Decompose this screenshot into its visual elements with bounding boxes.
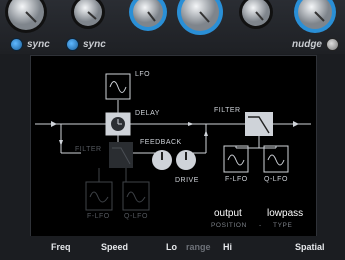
sync-right-button-icon[interactable] (66, 38, 79, 51)
separator-label: - (259, 222, 262, 229)
f-lfo-label: F-LFO (225, 176, 248, 183)
filter-label: FILTER (214, 107, 241, 114)
drive-label: DRIVE (175, 177, 199, 184)
bottom-label-bar: Freq Speed Lo range Hi Spatial (0, 236, 345, 260)
sync-right-label: sync (83, 39, 106, 50)
sync-left-label: sync (27, 39, 50, 50)
sync-left-button-icon[interactable] (10, 38, 23, 51)
range-knob[interactable] (176, 0, 224, 36)
position-label: POSITION (211, 222, 247, 229)
nudge-toggle[interactable]: nudge (292, 38, 339, 51)
freq-label: Freq (51, 242, 71, 252)
freq-knob[interactable] (4, 0, 48, 34)
f-lfo-dim-label: F-LFO (87, 213, 110, 220)
routing-diagram: LFO DELAY FILTER FILTER FEEDBACK DRIVE F… (30, 55, 317, 237)
nudge-label: nudge (292, 39, 322, 50)
delay-label: DELAY (135, 110, 160, 117)
spatial-label: Spatial (295, 242, 325, 252)
speed-label: Speed (101, 242, 129, 252)
spatial-knob[interactable] (293, 0, 337, 34)
type-label: TYPE (273, 222, 293, 229)
range-label: range (186, 242, 211, 252)
hi-knob[interactable] (238, 0, 274, 30)
nudge-button-icon[interactable] (326, 38, 339, 51)
knob-strip: sync sync nudge (0, 0, 345, 54)
type-value[interactable]: lowpass (267, 208, 303, 219)
hi-label: Hi (223, 242, 232, 252)
speed-knob[interactable] (70, 0, 106, 30)
filter-dim-label: FILTER (75, 146, 102, 153)
position-value[interactable]: output (214, 208, 242, 219)
lo-knob[interactable] (128, 0, 168, 32)
q-lfo-dim-label: Q-LFO (124, 213, 148, 220)
lo-label: Lo (166, 242, 177, 252)
q-lfo-label: Q-LFO (264, 176, 288, 183)
sync-toggle-right[interactable]: sync (66, 38, 106, 51)
sync-toggle-left[interactable]: sync (10, 38, 50, 51)
lfo-label: LFO (135, 71, 151, 78)
feedback-label: FEEDBACK (140, 139, 182, 146)
